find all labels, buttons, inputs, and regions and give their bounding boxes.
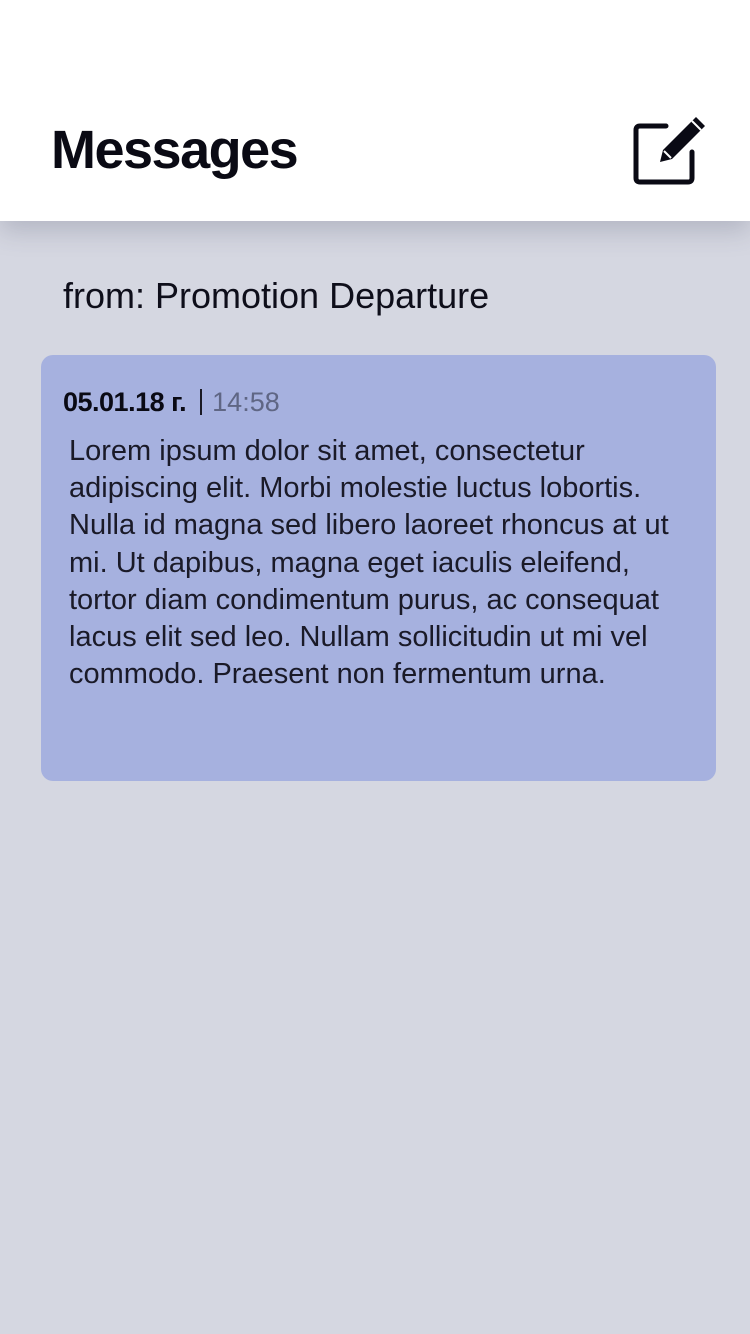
message-body: Lorem ipsum dolor sit amet, consectetur … bbox=[69, 435, 669, 691]
app-header: Messages bbox=[0, 0, 750, 221]
message-date: 05.01.18 г. bbox=[63, 387, 187, 417]
compose-button[interactable] bbox=[630, 110, 708, 188]
message-sender: from: Promotion Departure bbox=[63, 275, 490, 316]
message-card[interactable]: 05.01.18 г. 14:58 Lorem ipsum dolor sit a… bbox=[41, 355, 716, 781]
message-meta: 05.01.18 г. 14:58 bbox=[63, 385, 280, 419]
message-time: 14:58 bbox=[212, 387, 280, 417]
page-title: Messages bbox=[51, 120, 299, 180]
meta-divider bbox=[200, 389, 203, 415]
compose-icon bbox=[633, 117, 705, 185]
